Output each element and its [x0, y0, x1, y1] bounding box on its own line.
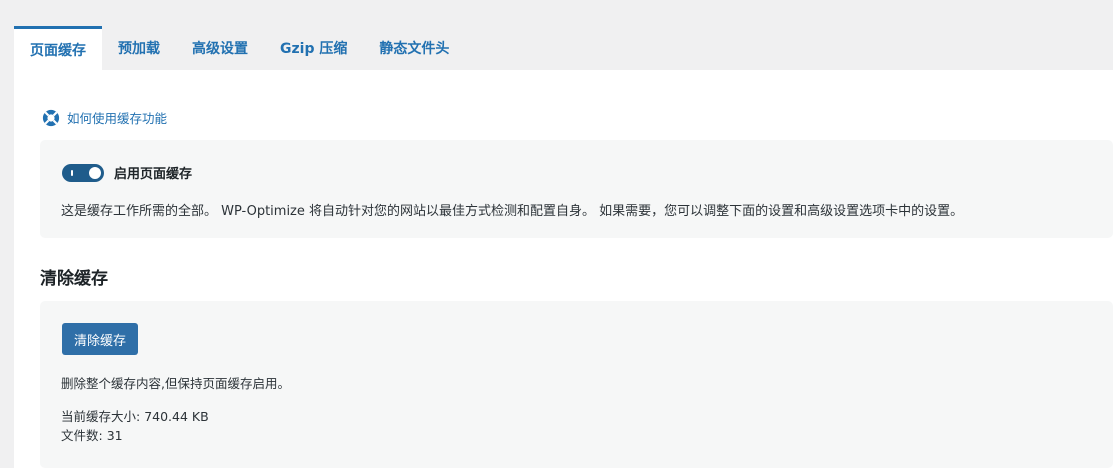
file-count-label: 文件数: [61, 428, 103, 443]
tab-gzip-compression[interactable]: Gzip 压缩 [264, 26, 363, 70]
how-to-use-cache-label: 如何使用缓存功能 [67, 111, 168, 126]
toggle-on-indicator [71, 169, 73, 176]
file-count-value: 31 [106, 428, 123, 443]
cache-size-row: 当前缓存大小: 740.44 KB [61, 407, 209, 426]
tab-bar: 页面缓存 预加载 高级设置 Gzip 压缩 静态文件头 [14, 26, 465, 70]
purge-cache-box: 清除缓存 删除整个缓存内容,但保持页面缓存启用。 当前缓存大小: 740.44 … [40, 301, 1113, 468]
enable-cache-description: 这是缓存工作所需的全部。 WP-Optimize 将自动针对您的网站以最佳方式检… [61, 204, 964, 219]
tab-page-cache[interactable]: 页面缓存 [14, 26, 102, 70]
enable-cache-box: 启用页面缓存 这是缓存工作所需的全部。 WP-Optimize 将自动针对您的网… [40, 140, 1113, 238]
enable-page-cache-toggle[interactable] [62, 163, 104, 182]
file-count-row: 文件数: 31 [61, 426, 209, 445]
lifebuoy-icon [42, 109, 60, 126]
tab-advanced-settings[interactable]: 高级设置 [176, 26, 264, 70]
cache-size-value: 740.44 KB [144, 409, 209, 424]
how-to-use-cache-link[interactable]: 如何使用缓存功能 [42, 108, 167, 127]
purge-cache-description: 删除整个缓存内容,但保持页面缓存启用。 [61, 376, 290, 391]
cache-size-label: 当前缓存大小: [61, 409, 141, 424]
tab-static-file-headers[interactable]: 静态文件头 [363, 26, 465, 70]
purge-cache-button[interactable]: 清除缓存 [62, 323, 139, 355]
toggle-knob [89, 166, 101, 179]
cache-stats: 当前缓存大小: 740.44 KB 文件数: 31 [61, 407, 209, 445]
tab-preload[interactable]: 预加载 [102, 26, 176, 70]
enable-cache-row: 启用页面缓存 [62, 163, 192, 182]
enable-page-cache-label: 启用页面缓存 [114, 167, 193, 182]
cache-settings-panel: 如何使用缓存功能 启用页面缓存 这是缓存工作所需的全部。 WP-Optimize… [14, 70, 1113, 468]
purge-cache-heading: 清除缓存 [40, 269, 108, 289]
